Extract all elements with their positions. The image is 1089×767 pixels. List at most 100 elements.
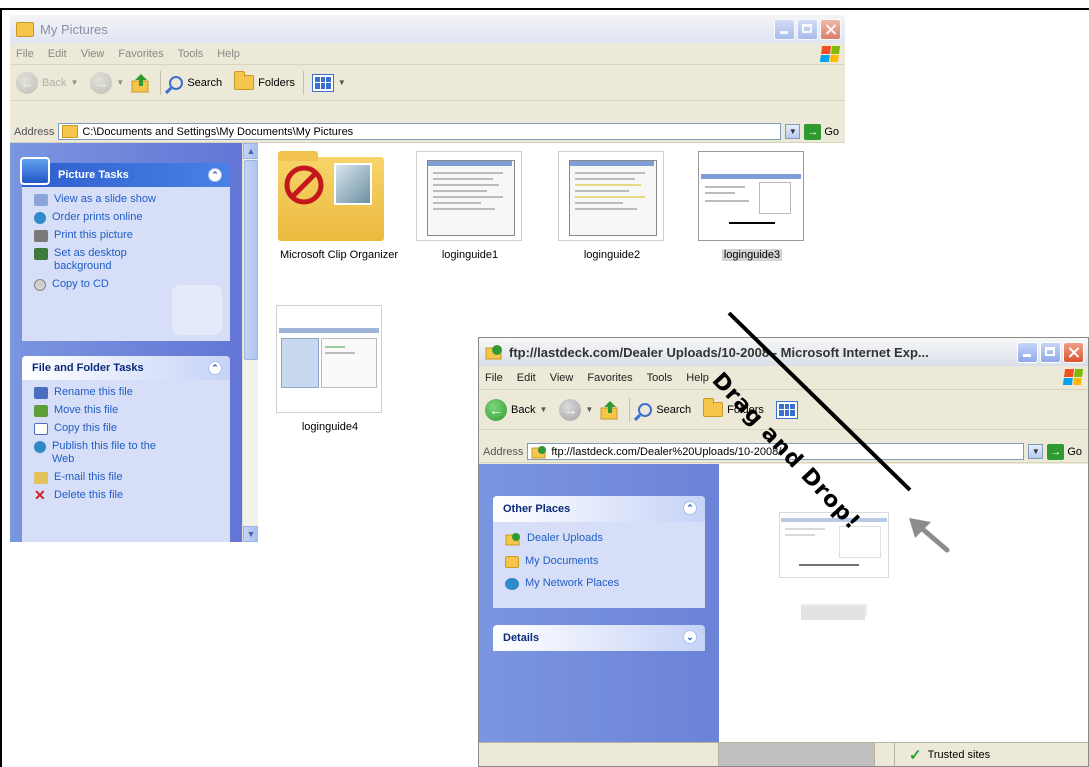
task-email-file[interactable]: E-mail this file xyxy=(34,471,230,484)
other-places-panel: Other Places ⌃ Dealer Uploads My Documen… xyxy=(493,496,705,608)
address-bar: Address C:\Documents and Settings\My Doc… xyxy=(10,121,845,143)
delete-icon: ✕ xyxy=(34,487,46,503)
go-arrow-icon: → xyxy=(1047,443,1065,460)
task-order-prints[interactable]: Order prints online xyxy=(34,211,230,224)
go-button[interactable]: → Go xyxy=(1047,443,1082,460)
menu-view[interactable]: View xyxy=(550,372,574,384)
address-label: Address xyxy=(483,445,524,458)
file-item[interactable]: loginguide1 xyxy=(416,151,524,261)
menu-file[interactable]: File xyxy=(16,48,34,60)
place-dealer-uploads[interactable]: Dealer Uploads xyxy=(505,532,705,546)
task-set-desktop-background[interactable]: Set as desktop background xyxy=(34,247,230,273)
menu-edit[interactable]: Edit xyxy=(48,48,67,60)
place-my-network-places[interactable]: My Network Places xyxy=(505,577,705,590)
maximize-button[interactable] xyxy=(797,19,818,40)
menu-tools[interactable]: Tools xyxy=(178,48,204,60)
menu-view[interactable]: View xyxy=(81,48,105,60)
task-delete-file[interactable]: ✕ Delete this file xyxy=(34,487,230,503)
file-item[interactable]: loginguide4 xyxy=(276,305,384,433)
address-dropdown-button[interactable]: ▼ xyxy=(1028,444,1044,459)
security-zone-label: Trusted sites xyxy=(927,748,991,761)
menu-tools[interactable]: Tools xyxy=(647,372,673,384)
menu-edit[interactable]: Edit xyxy=(517,372,536,384)
chevron-down-icon: ▼ xyxy=(539,405,548,414)
search-icon xyxy=(638,402,653,417)
collapse-chevron-icon[interactable]: ⌃ xyxy=(208,361,222,375)
menu-help[interactable]: Help xyxy=(217,48,240,60)
ftp-folder-icon xyxy=(505,533,520,546)
task-pane-scrollbar[interactable]: ▲ ▼ xyxy=(242,143,259,542)
picture-tasks-header[interactable]: Picture Tasks ⌃ xyxy=(20,157,230,187)
title-bar[interactable]: ftp://lastdeck.com/Dealer Uploads/10-200… xyxy=(479,338,1088,366)
up-folder-button[interactable] xyxy=(130,72,152,94)
checkmark-icon: ✓ xyxy=(909,746,922,764)
toolbar-separator xyxy=(160,70,162,95)
security-zone: ✓ Trusted sites xyxy=(895,746,990,764)
search-button[interactable]: Search xyxy=(638,402,692,417)
cd-icon xyxy=(34,279,46,291)
scroll-thumb[interactable] xyxy=(244,160,258,360)
task-move-file[interactable]: Move this file xyxy=(34,404,230,417)
details-header[interactable]: Details ⌄ xyxy=(493,625,705,651)
forward-button[interactable]: → ▼ xyxy=(559,398,593,421)
task-print-picture[interactable]: Print this picture xyxy=(34,229,230,242)
address-input[interactable]: C:\Documents and Settings\My Documents\M… xyxy=(58,123,782,140)
up-folder-button[interactable] xyxy=(599,399,621,421)
task-publish-file[interactable]: Publish this file to the Web xyxy=(34,440,230,466)
address-dropdown-button[interactable]: ▼ xyxy=(785,124,801,139)
back-button[interactable]: ← Back ▼ xyxy=(485,398,548,421)
task-pane: Picture Tasks ⌃ View as a slide show Ord… xyxy=(10,143,242,542)
minimize-button[interactable] xyxy=(774,19,795,40)
views-icon xyxy=(775,400,798,419)
maximize-button[interactable] xyxy=(1040,342,1061,363)
folders-button[interactable]: Folders xyxy=(234,71,295,90)
forward-arrow-icon: → xyxy=(559,398,582,421)
task-copy-file[interactable]: Copy this file xyxy=(34,422,230,435)
status-bar: ✓ Trusted sites xyxy=(479,742,1088,766)
views-button[interactable] xyxy=(775,400,798,419)
forward-button[interactable]: → ▼ xyxy=(90,71,124,94)
standard-toolbar: ← Back ▼ → ▼ Search Folders ▼ xyxy=(10,65,845,101)
screenshot-thumbnail xyxy=(416,151,522,241)
rename-icon xyxy=(34,387,48,399)
title-bar[interactable]: My Pictures xyxy=(10,15,845,43)
scroll-up-button[interactable]: ▲ xyxy=(243,143,259,159)
minimize-button[interactable] xyxy=(1017,342,1038,363)
task-rename-file[interactable]: Rename this file xyxy=(34,386,230,399)
collapse-chevron-icon[interactable]: ⌃ xyxy=(683,501,697,515)
file-folder-tasks-panel: File and Folder Tasks ⌃ Rename this file… xyxy=(22,356,230,542)
globe-icon xyxy=(34,441,46,453)
menu-help[interactable]: Help xyxy=(686,372,709,384)
screenshot-thumbnail xyxy=(558,151,664,241)
task-view-slideshow[interactable]: View as a slide show xyxy=(34,193,230,206)
scroll-down-button[interactable]: ▼ xyxy=(243,526,259,542)
toolbar-separator xyxy=(302,70,304,95)
file-folder-tasks-title: File and Folder Tasks xyxy=(32,362,144,374)
back-button[interactable]: ← Back ▼ xyxy=(16,71,78,94)
status-cell xyxy=(719,743,875,766)
menu-favorites[interactable]: Favorites xyxy=(118,48,163,60)
go-button[interactable]: → Go xyxy=(804,123,839,140)
close-button[interactable] xyxy=(820,19,841,40)
back-label: Back xyxy=(42,76,67,89)
up-folder-icon xyxy=(600,400,618,419)
place-my-documents[interactable]: My Documents xyxy=(505,555,705,568)
search-button[interactable]: Search xyxy=(169,75,222,90)
windows-logo-icon xyxy=(1062,369,1084,385)
menu-file[interactable]: File xyxy=(485,372,503,384)
folder-icon xyxy=(16,21,34,37)
address-value: ftp://lastdeck.com/Dealer%20Uploads/10-2… xyxy=(551,445,782,458)
screenshot-thumbnail xyxy=(698,151,804,241)
menu-favorites[interactable]: Favorites xyxy=(587,372,632,384)
close-button[interactable] xyxy=(1063,342,1084,363)
file-item[interactable]: loginguide2 xyxy=(558,151,666,261)
collapse-chevron-icon[interactable]: ⌃ xyxy=(208,168,222,182)
file-item[interactable]: Microsoft Clip Organizer xyxy=(278,151,398,261)
file-item-selected[interactable]: loginguide3 xyxy=(698,151,806,261)
forward-arrow-icon: → xyxy=(90,71,113,94)
views-button[interactable]: ▼ xyxy=(311,73,346,92)
other-places-header[interactable]: Other Places ⌃ xyxy=(493,496,705,522)
expand-chevron-icon[interactable]: ⌄ xyxy=(683,630,697,644)
file-folder-tasks-header[interactable]: File and Folder Tasks ⌃ xyxy=(22,356,230,380)
search-label: Search xyxy=(656,403,692,416)
